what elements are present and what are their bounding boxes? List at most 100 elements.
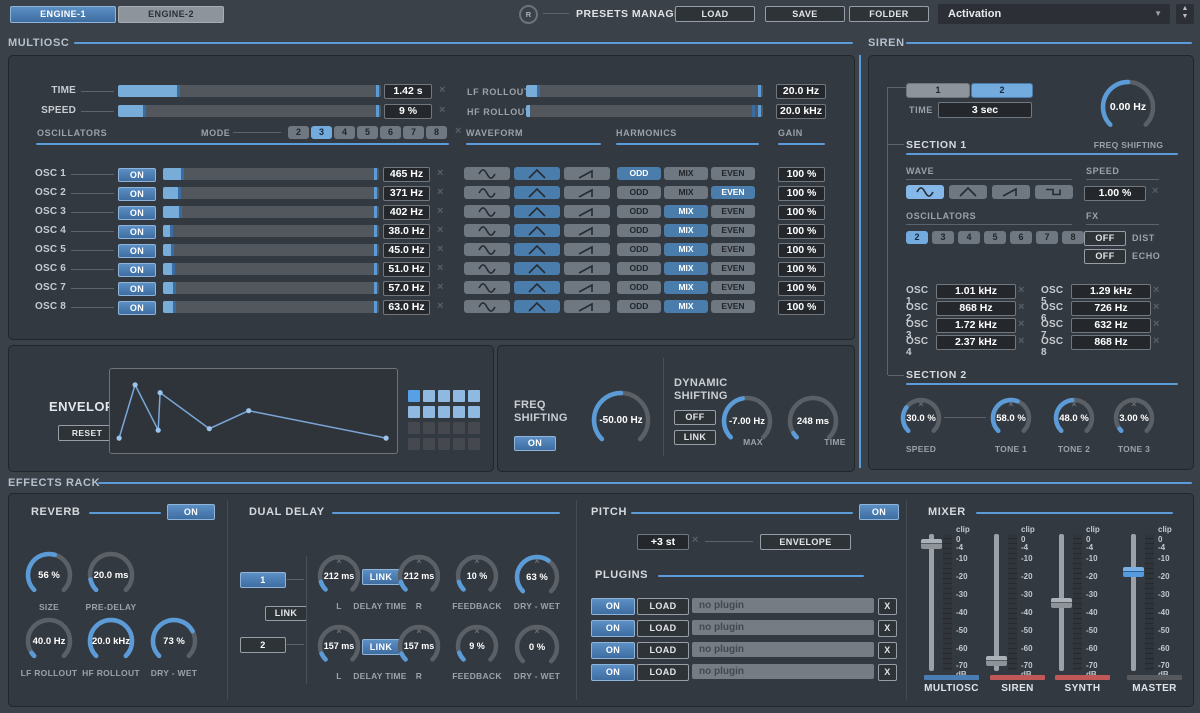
siren-tab-1[interactable]: 1 (906, 83, 970, 98)
pitch-envelope-button[interactable]: ENVELOPE (760, 534, 851, 550)
sine-wave-button[interactable] (464, 300, 510, 313)
siren-osc-value[interactable]: 632 Hz (1071, 318, 1151, 333)
sine-wave-button[interactable] (464, 224, 510, 237)
siren-time-value[interactable]: 3 sec (938, 102, 1032, 118)
siren-osc-value[interactable]: 1.01 kHz (936, 284, 1016, 299)
plugin-load-button[interactable]: LOAD (637, 664, 689, 681)
harmonic-even-button[interactable]: EVEN (711, 243, 755, 256)
delay-time-link-button[interactable]: LINK (362, 639, 400, 655)
siren-osc-value[interactable]: 1.29 kHz (1071, 284, 1151, 299)
envelope-graph[interactable] (109, 368, 398, 454)
siren-speed-value[interactable]: 1.00 % (1084, 186, 1146, 201)
saw-wave-button[interactable] (564, 262, 610, 275)
triangle-wave-button[interactable] (514, 205, 560, 218)
stepper-up-icon[interactable]: ▲ (1176, 4, 1194, 13)
siren-osc-value[interactable]: 726 Hz (1071, 301, 1151, 316)
siren-speed-reset-x[interactable]: × (1152, 185, 1158, 197)
envelope-step-cell[interactable] (438, 390, 450, 402)
mixer-fader-track[interactable] (994, 534, 999, 671)
plugin-remove-button[interactable]: X (878, 598, 897, 615)
delay-drywet-knob[interactable]: 63 %× (513, 553, 561, 601)
knob-reset-x[interactable]: × (316, 626, 362, 636)
envelope-step-cell[interactable] (453, 422, 465, 434)
osc-gain-value[interactable]: 100 % (778, 205, 825, 220)
freq-shifting-on-button[interactable]: ON (514, 436, 556, 451)
delay-r-knob[interactable]: 157 ms× (396, 623, 442, 669)
load-button[interactable]: LOAD (675, 6, 755, 22)
sine-wave-button[interactable] (464, 243, 510, 256)
pitch-on-button[interactable]: ON (859, 504, 899, 520)
envelope-step-cell[interactable] (438, 422, 450, 434)
envelope-step-cell[interactable] (408, 406, 420, 418)
reverb-on-button[interactable]: ON (167, 504, 215, 520)
delay-l-knob[interactable]: 157 ms× (316, 623, 362, 669)
triangle-wave-button[interactable] (514, 186, 560, 199)
envelope-step-cell[interactable] (438, 406, 450, 418)
siren-freq-shifting-knob[interactable]: 0.00 Hz (1099, 78, 1157, 136)
delay-l-knob[interactable]: 212 ms× (316, 553, 362, 599)
envelope-step-cell[interactable] (438, 438, 450, 450)
harmonic-odd-button[interactable]: ODD (617, 262, 661, 275)
saw-wave-button[interactable] (564, 186, 610, 199)
delay-time-link-button[interactable]: LINK (362, 569, 400, 585)
osc-gain-value[interactable]: 100 % (778, 300, 825, 315)
sine-wave-button[interactable] (464, 167, 510, 180)
knob-reset-x[interactable]: × (454, 626, 500, 636)
preset-select[interactable]: Activation ▼ (938, 4, 1170, 24)
triangle-wave-button[interactable] (514, 300, 560, 313)
sine-wave-button[interactable] (464, 281, 510, 294)
siren-osc-reset-x[interactable]: × (1153, 318, 1159, 330)
mixer-fader-track[interactable] (929, 534, 934, 671)
siren-osc-value[interactable]: 868 Hz (1071, 335, 1151, 350)
freq-shifting-knob[interactable]: -50.00 Hz (590, 389, 652, 451)
delay-feedback-knob[interactable]: 10 %× (454, 553, 500, 599)
dynamic-off-button[interactable]: OFF (674, 410, 716, 425)
siren-tone2-knob[interactable]: 48.0 %× (1052, 396, 1096, 440)
harmonic-even-button[interactable]: EVEN (711, 205, 755, 218)
dynamic-link-button[interactable]: LINK (674, 430, 716, 445)
siren-osc-button-4[interactable]: 4 (958, 231, 980, 244)
triangle-wave-button[interactable] (514, 224, 560, 237)
saw-wave-button[interactable] (992, 185, 1030, 199)
envelope-step-cell[interactable] (408, 438, 420, 450)
sine-wave-button[interactable] (464, 186, 510, 199)
triangle-wave-button[interactable] (514, 167, 560, 180)
siren-osc-reset-x[interactable]: × (1153, 284, 1159, 296)
square-wave-button[interactable] (1035, 185, 1073, 199)
plugin-name-field[interactable]: no plugin (692, 642, 874, 657)
siren-osc-value[interactable]: 868 Hz (936, 301, 1016, 316)
knob-reset-x[interactable]: × (513, 556, 561, 566)
harmonic-odd-button[interactable]: ODD (617, 300, 661, 313)
harmonic-mix-button[interactable]: MIX (664, 167, 708, 180)
siren-osc-button-7[interactable]: 7 (1036, 231, 1058, 244)
pitch-reset-x[interactable]: × (692, 534, 698, 546)
osc-gain-value[interactable]: 100 % (778, 167, 825, 182)
saw-wave-button[interactable] (564, 224, 610, 237)
siren-osc-button-5[interactable]: 5 (984, 231, 1006, 244)
envelope-step-cell[interactable] (423, 422, 435, 434)
siren-tone3-knob[interactable]: 3.00 %× (1112, 396, 1156, 440)
knob-reset-x[interactable]: × (316, 556, 362, 566)
siren-speed-knob[interactable]: 30.0 %× (899, 396, 943, 440)
mixer-fader-handle[interactable] (1123, 567, 1144, 577)
pitch-value[interactable]: +3 st (637, 534, 689, 550)
saw-wave-button[interactable] (564, 205, 610, 218)
plugin-name-field[interactable]: no plugin (692, 664, 874, 679)
delay-r-knob[interactable]: 212 ms× (396, 553, 442, 599)
mixer-fader-handle[interactable] (1051, 598, 1072, 608)
saw-wave-button[interactable] (564, 281, 610, 294)
stepper-down-icon[interactable]: ▼ (1176, 13, 1194, 21)
harmonic-even-button[interactable]: EVEN (711, 300, 755, 313)
envelope-step-cell[interactable] (468, 406, 480, 418)
fx-echo-toggle[interactable]: OFF (1084, 249, 1126, 264)
osc-gain-value[interactable]: 100 % (778, 243, 825, 258)
harmonic-odd-button[interactable]: ODD (617, 205, 661, 218)
siren-osc-button-2[interactable]: 2 (906, 231, 928, 244)
saw-wave-button[interactable] (564, 243, 610, 256)
envelope-step-cell[interactable] (453, 390, 465, 402)
siren-osc-value[interactable]: 1.72 kHz (936, 318, 1016, 333)
fx-dist-toggle[interactable]: OFF (1084, 231, 1126, 246)
reverb-hfrollout-knob[interactable]: 20.0 kHz (86, 616, 136, 666)
triangle-wave-button[interactable] (514, 243, 560, 256)
plugin-on-button[interactable]: ON (591, 598, 635, 615)
